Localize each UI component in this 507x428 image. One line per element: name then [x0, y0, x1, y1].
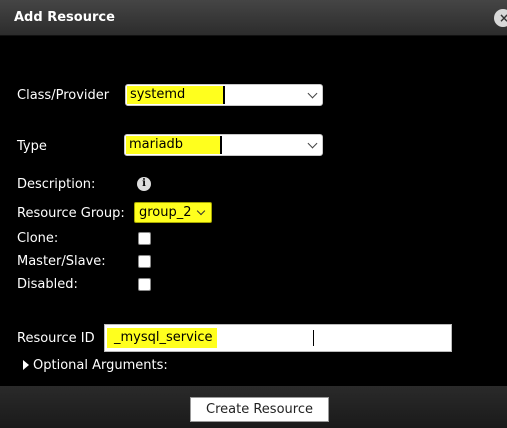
resource-id-label: Resource ID — [17, 331, 95, 346]
resource-group-value: group_2 — [139, 205, 192, 220]
expand-triangle-icon — [23, 360, 29, 370]
info-icon[interactable]: i — [137, 177, 151, 191]
master-slave-label: Master/Slave: — [17, 254, 106, 269]
disabled-label: Disabled: — [17, 277, 78, 292]
create-resource-button[interactable]: Create Resource — [190, 397, 329, 422]
description-label: Description: — [17, 177, 96, 192]
close-icon[interactable]: × — [494, 9, 507, 27]
type-label: Type — [17, 139, 47, 154]
resource-group-label: Resource Group: — [17, 206, 125, 221]
class-provider-value: systemd — [127, 86, 225, 104]
disabled-checkbox[interactable] — [138, 278, 151, 291]
class-provider-label: Class/Provider — [17, 88, 110, 103]
type-select[interactable]: mariadb — [124, 134, 323, 156]
class-provider-select[interactable]: systemd — [125, 84, 323, 106]
chevron-down-icon — [196, 206, 206, 216]
resource-group-select[interactable]: group_2 — [134, 202, 212, 223]
dialog-title: Add Resource — [14, 10, 115, 25]
optional-arguments-label: Optional Arguments: — [33, 358, 168, 373]
master-slave-checkbox[interactable] — [138, 255, 151, 268]
clone-label: Clone: — [17, 231, 59, 246]
resource-id-value: _mysql_service — [107, 328, 217, 348]
type-value: mariadb — [126, 136, 222, 154]
add-resource-dialog: Add Resource × Class/Provider systemd Ty… — [0, 0, 507, 428]
chevron-down-icon — [307, 138, 318, 149]
optional-arguments-toggle[interactable]: Optional Arguments: — [23, 358, 168, 373]
chevron-down-icon — [307, 88, 318, 99]
text-caret — [313, 330, 314, 346]
dialog-titlebar: Add Resource × — [0, 0, 507, 36]
clone-checkbox[interactable] — [138, 232, 151, 245]
resource-id-input[interactable]: _mysql_service — [104, 324, 452, 352]
